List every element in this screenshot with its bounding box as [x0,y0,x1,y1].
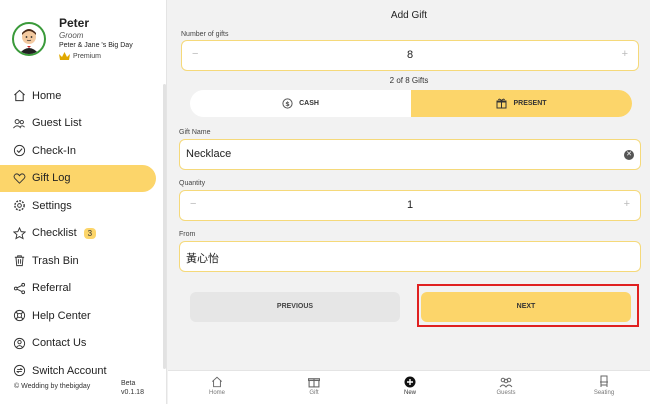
avatar [12,22,46,56]
sidebar-scrollbar[interactable] [163,84,166,369]
checklist-count-badge: 3 [83,227,97,239]
trash-icon [12,254,26,268]
sidebar-item-label: Switch Account [32,364,107,377]
share-icon [12,281,26,295]
tab-guests[interactable]: Guests [476,375,536,396]
sidebar-item-contact-us[interactable]: Contact Us [0,330,167,358]
sidebar-nav: Home Guest List Check-In Gift Log Settin… [0,82,167,385]
sidebar-item-label: Guest List [32,117,82,130]
sidebar-item-guest-list[interactable]: Guest List [0,110,167,138]
quantity-increment-button[interactable]: + [624,198,630,210]
quantity-value[interactable]: 1 [180,199,640,211]
tab-label: Seating [593,390,615,396]
premium-badge: Premium [59,52,101,60]
premium-label: Premium [73,52,102,60]
gift-icon [308,377,320,387]
chair-icon [600,375,608,387]
home-icon [211,376,223,387]
sidebar-item-trash-bin[interactable]: Trash Bin [0,247,167,275]
sidebar-item-label: Checklist [32,227,77,240]
number-of-gifts-label: Number of gifts [181,31,229,38]
gift-name-label: Gift Name [179,129,211,136]
sidebar-item-gift-log[interactable]: Gift Log [0,164,156,192]
sidebar: Peter Groom Peter & Jane 's Big Day Prem… [0,0,167,404]
quantity-label: Quantity [179,180,206,187]
gift-icon [496,98,507,109]
sidebar-item-label: Home [32,89,62,102]
contact-icon [12,336,26,350]
check-circle-icon [12,144,26,158]
plus-circle-icon [404,376,416,387]
guests-icon [12,116,26,130]
sidebar-item-label: Trash Bin [32,254,79,267]
sidebar-item-label: Settings [32,199,72,212]
coin-icon: $ [282,98,293,109]
crown-icon [59,52,70,60]
tab-new[interactable]: New [380,375,440,396]
from-label: From [179,231,196,238]
tab-home[interactable]: Home [187,375,247,396]
profile-name: Peter [59,16,90,30]
gift-name-input[interactable]: Necklace ✕ [179,139,641,170]
toggle-present-button[interactable]: PRESENT [411,90,632,117]
heart-icon [12,171,26,185]
increment-button[interactable]: + [622,48,628,60]
page-title: Add Gift [390,10,428,21]
star-icon [12,226,26,240]
gift-type-toggle: $ CASH PRESENT [190,90,632,117]
tab-gift[interactable]: Gift [284,375,344,396]
tab-label: Guests [496,390,516,396]
toggle-present-label: PRESENT [513,100,547,107]
from-value: 黃心怡 [186,253,219,265]
copyright-text: © Wedding by thebigday [14,383,91,390]
clear-icon[interactable]: ✕ [624,150,634,160]
profile-event: Peter & Jane 's Big Day [59,42,133,49]
sidebar-item-referral[interactable]: Referral [0,275,167,303]
bottom-tab-bar: Home Gift New Guests Seating [168,370,650,404]
quantity-stepper: − 1 + [179,190,641,221]
gift-counter: 2 of 8 Gifts [389,76,429,85]
beta-label: Beta [121,380,136,387]
sidebar-item-home[interactable]: Home [0,82,167,110]
number-of-gifts-stepper: − 8 + [181,40,639,71]
toggle-cash-button[interactable]: $ CASH [190,90,411,117]
svg-text:$: $ [285,100,290,108]
tab-label: Home [208,390,225,396]
sidebar-item-label: Check-In [32,144,77,157]
previous-button[interactable]: PREVIOUS [190,292,400,322]
sidebar-item-label: Help Center [32,309,91,322]
tab-seating[interactable]: Seating [574,375,634,396]
number-of-gifts-value[interactable]: 8 [182,49,638,61]
sidebar-item-help-center[interactable]: Help Center [0,302,167,330]
tab-label: New [403,390,416,396]
help-icon [12,309,26,323]
toggle-cash-label: CASH [299,100,319,107]
sidebar-item-label: Gift Log [32,172,71,185]
sidebar-item-checklist[interactable]: Checklist 3 [0,220,167,248]
profile-role: Groom [59,31,84,40]
home-icon [12,89,26,103]
guests-icon [499,377,513,388]
sidebar-item-label: Contact Us [32,337,87,350]
sidebar-item-label: Referral [32,282,72,295]
version-text: Beta v0.1.18 [121,379,144,397]
sidebar-item-check-in[interactable]: Check-In [0,137,167,165]
next-button[interactable]: NEXT [421,292,631,322]
gift-name-value: Necklace [186,148,232,160]
profile-card[interactable]: Peter Groom Peter & Jane 's Big Day Prem… [0,0,167,74]
from-input[interactable]: 黃心怡 [179,241,641,272]
tab-label: Gift [309,390,319,396]
version-label: v0.1.18 [121,389,144,396]
add-gift-form: Add Gift Number of gifts − 8 + 2 of 8 Gi… [168,0,650,370]
gear-icon [12,199,26,213]
sidebar-item-settings[interactable]: Settings [0,192,167,220]
switch-icon [12,364,26,378]
